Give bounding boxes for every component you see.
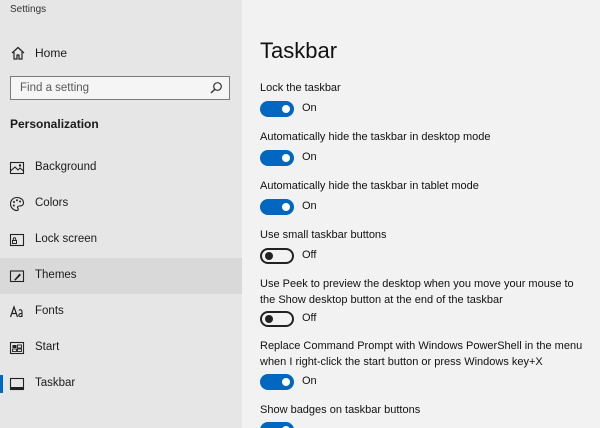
sidebar-item-taskbar[interactable]: Taskbar [0,366,242,402]
sidebar-item-label: Colors [35,197,69,209]
setting-label-autohide-desktop: Automatically hide the taskbar in deskto… [260,131,491,143]
start-icon [9,341,25,355]
sidebar-item-lock-screen[interactable]: Lock screen [0,222,242,258]
toggle-state-text: On [302,151,317,163]
toggle-state-text: On [302,102,317,114]
sidebar-item-background[interactable]: Background [0,150,242,186]
sidebar-item-fonts[interactable]: Fonts [0,294,242,330]
toggle-state-text: Off [302,312,317,324]
sidebar-item-label: Background [35,161,97,173]
selection-indicator [0,375,3,393]
setting-label-peek: Use Peek to preview the desktop when you… [260,278,574,306]
font-icon [9,305,23,318]
toggle-peek[interactable] [260,311,294,327]
sidebar-item-label: Fonts [35,305,64,317]
toggle-powershell[interactable] [260,374,294,390]
taskbar-icon [9,377,25,391]
sidebar-item-label: Themes [35,269,77,281]
toggle-knob [282,154,290,162]
sidebar-item-label: Lock screen [35,233,98,245]
toggle-knob [265,315,273,323]
window-title: Settings [10,4,47,15]
page-title: Taskbar [260,38,338,63]
toggle-autohide-desktop[interactable] [260,150,294,166]
setting-label-powershell: Replace Command Prompt with Windows Powe… [260,340,583,368]
toggle-state-text: Off [302,249,317,261]
toggle-knob [282,203,290,211]
home-icon [11,46,25,60]
setting-label-badges: Show badges on taskbar buttons [260,404,421,416]
setting-label-small-buttons: Use small taskbar buttons [260,229,387,241]
setting-label-lock-taskbar: Lock the taskbar [260,82,341,94]
sidebar-item-label: Taskbar [35,377,76,389]
toggle-knob [282,105,290,113]
toggle-small-buttons[interactable] [260,248,294,264]
toggle-state-text: On [302,375,317,387]
palette-icon [9,196,25,212]
section-heading: Personalization [10,117,99,131]
brush-icon [9,270,25,283]
search-icon[interactable] [209,81,223,95]
sidebar-item-colors[interactable]: Colors [0,186,242,222]
toggle-badges[interactable] [260,422,294,428]
toggle-knob [265,252,273,260]
search-input[interactable] [11,77,207,99]
sidebar-item-label: Start [35,341,60,353]
search-box[interactable] [10,76,230,100]
toggle-knob [282,378,290,386]
sidebar: Settings Home Personalization Background… [0,0,242,428]
toggle-state-text: On [302,200,317,212]
setting-label-autohide-tablet: Automatically hide the taskbar in tablet… [260,180,479,192]
picture-icon [9,161,25,175]
toggle-lock-taskbar[interactable] [260,101,294,117]
lock-screen-icon [9,233,25,247]
sidebar-item-start[interactable]: Start [0,330,242,366]
nav-home[interactable]: Home [0,40,242,66]
nav-home-label: Home [35,46,68,60]
main-content: Taskbar Lock the taskbar On Automaticall… [242,0,600,428]
sidebar-item-themes[interactable]: Themes [0,258,242,294]
toggle-autohide-tablet[interactable] [260,199,294,215]
